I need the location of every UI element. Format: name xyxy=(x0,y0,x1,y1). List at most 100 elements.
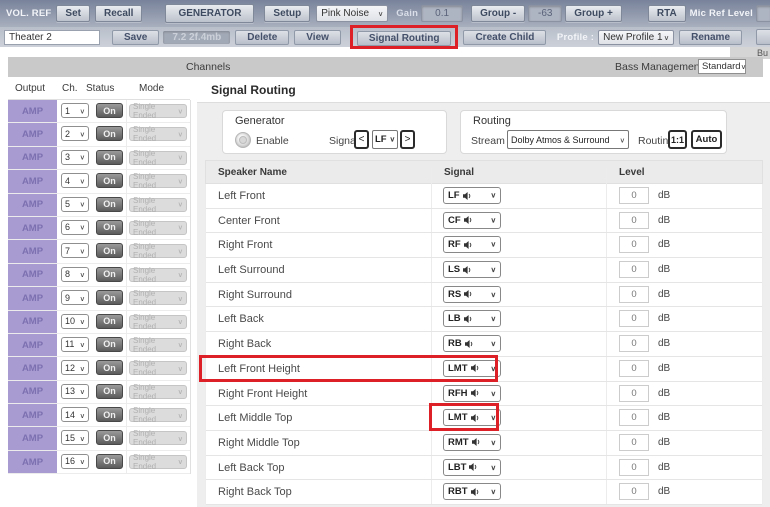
auto-button[interactable]: Auto xyxy=(691,130,722,149)
status-on-button[interactable]: On xyxy=(96,360,123,375)
mic-ref-input[interactable] xyxy=(756,5,770,22)
save-button[interactable]: Save xyxy=(112,30,159,45)
signal-prev-button[interactable]: < xyxy=(354,130,369,149)
status-on-button[interactable]: On xyxy=(96,430,123,445)
status-on-button[interactable]: On xyxy=(96,126,123,141)
chevron-down-icon xyxy=(80,152,86,162)
status-on-button[interactable]: On xyxy=(96,150,123,165)
status-on-button[interactable]: On xyxy=(96,267,123,282)
one-to-one-button[interactable]: 1:1 xyxy=(668,130,687,149)
level-input[interactable] xyxy=(619,187,649,204)
status-on-button[interactable]: On xyxy=(96,384,123,399)
level-input[interactable] xyxy=(619,236,649,253)
chevron-down-icon xyxy=(178,177,184,186)
signal-select[interactable]: CF xyxy=(443,212,501,229)
level-input[interactable] xyxy=(619,483,649,500)
status-on-button[interactable]: On xyxy=(96,173,123,188)
delete-button[interactable]: Delete xyxy=(235,30,289,45)
rename-button[interactable]: Rename xyxy=(679,30,742,45)
level-input[interactable] xyxy=(619,360,649,377)
status-on-button[interactable]: On xyxy=(96,197,123,212)
chevron-down-icon xyxy=(178,411,184,420)
status-on-button[interactable]: On xyxy=(96,243,123,258)
channel-number-select[interactable]: 3 xyxy=(61,150,89,165)
channel-number-select[interactable]: 14 xyxy=(61,407,89,422)
channel-number-select[interactable]: 1 xyxy=(61,103,89,118)
setup-button[interactable]: Setup xyxy=(264,5,310,22)
channel-number-select[interactable]: 7 xyxy=(61,243,89,258)
signal-select[interactable]: RF xyxy=(443,236,501,253)
signal-select[interactable]: LBT xyxy=(443,459,501,476)
view-button[interactable]: View xyxy=(294,30,341,45)
group-level-input[interactable] xyxy=(528,5,562,22)
profile-select[interactable]: New Profile 1 xyxy=(598,30,674,45)
generator-signal-select[interactable]: LF xyxy=(372,130,398,149)
channel-number-value: 7 xyxy=(65,246,70,256)
column-divider xyxy=(126,170,127,192)
channel-number-select[interactable]: 4 xyxy=(61,173,89,188)
signal-select[interactable]: RBT xyxy=(443,483,501,500)
signal-next-button[interactable]: > xyxy=(400,130,415,149)
signal-select[interactable]: RFH xyxy=(443,385,501,402)
recall-button[interactable]: Recall xyxy=(95,5,142,22)
status-on-button[interactable]: On xyxy=(96,337,123,352)
status-on-button[interactable]: On xyxy=(96,290,123,305)
bass-management-select[interactable]: Standard xyxy=(698,59,746,74)
level-input[interactable] xyxy=(619,212,649,229)
signal-select[interactable]: RMT xyxy=(443,434,501,451)
chevron-down-icon xyxy=(178,247,184,256)
channel-number-select[interactable]: 16 xyxy=(61,454,89,469)
channel-number-select[interactable]: 15 xyxy=(61,430,89,445)
signal-select[interactable]: LS xyxy=(443,261,501,278)
level-input[interactable] xyxy=(619,310,649,327)
level-input[interactable] xyxy=(619,459,649,476)
level-input[interactable] xyxy=(619,434,649,451)
chevron-down-icon xyxy=(491,437,497,448)
channel-number-select[interactable]: 5 xyxy=(61,197,89,212)
level-input[interactable] xyxy=(619,335,649,352)
signal-select[interactable]: LMT xyxy=(443,409,501,426)
speaker-name-label: Right Front xyxy=(218,239,272,251)
channel-number-select[interactable]: 6 xyxy=(61,220,89,235)
mode-select: Single Ended xyxy=(129,291,187,305)
status-on-button[interactable]: On xyxy=(96,454,123,469)
preset-name-input[interactable] xyxy=(4,30,100,45)
partial-edge-button[interactable] xyxy=(756,29,770,45)
level-input[interactable] xyxy=(619,409,649,426)
signal-select[interactable]: RB xyxy=(443,335,501,352)
channel-number-select[interactable]: 12 xyxy=(61,360,89,375)
status-on-button[interactable]: On xyxy=(96,314,123,329)
channel-number-select[interactable]: 10 xyxy=(61,314,89,329)
signal-select[interactable]: LB xyxy=(443,310,501,327)
signal-select[interactable]: LMT xyxy=(443,360,501,377)
generator-button[interactable]: GENERATOR xyxy=(165,4,254,23)
signal-select[interactable]: LF xyxy=(443,187,501,204)
channel-number-select[interactable]: 9 xyxy=(61,290,89,305)
speaker-name-label: Right Middle Top xyxy=(218,437,300,449)
group-plus-button[interactable]: Group + xyxy=(565,5,622,22)
rta-button[interactable]: RTA xyxy=(648,5,686,22)
status-on-button[interactable]: On xyxy=(96,407,123,422)
status-on-button[interactable]: On xyxy=(96,220,123,235)
signal-routing-button[interactable]: Signal Routing xyxy=(357,31,452,46)
signal-select[interactable]: RS xyxy=(443,286,501,303)
level-input[interactable] xyxy=(619,261,649,278)
status-on-button[interactable]: On xyxy=(96,103,123,118)
noise-select[interactable]: Pink Noise xyxy=(316,5,388,22)
create-child-button[interactable]: Create Child xyxy=(463,30,546,45)
enable-toggle[interactable] xyxy=(235,132,251,148)
channel-number-select[interactable]: 11 xyxy=(61,337,89,352)
db-unit-label: dB xyxy=(658,486,670,497)
group-minus-button[interactable]: Group - xyxy=(471,5,525,22)
gain-input[interactable] xyxy=(421,5,463,22)
level-input[interactable] xyxy=(619,286,649,303)
level-input[interactable] xyxy=(619,385,649,402)
speaker-name-label: Left Back Top xyxy=(218,462,284,474)
stream-select[interactable]: Dolby Atmos & Surround xyxy=(507,130,629,149)
set-button[interactable]: Set xyxy=(56,5,90,22)
channel-number-select[interactable]: 8 xyxy=(61,267,89,282)
channel-number-select[interactable]: 13 xyxy=(61,384,89,399)
speaker-row: Left Surround LS dB xyxy=(206,258,762,283)
channel-number-select[interactable]: 2 xyxy=(61,126,89,141)
output-type-cell: AMP xyxy=(8,217,57,239)
